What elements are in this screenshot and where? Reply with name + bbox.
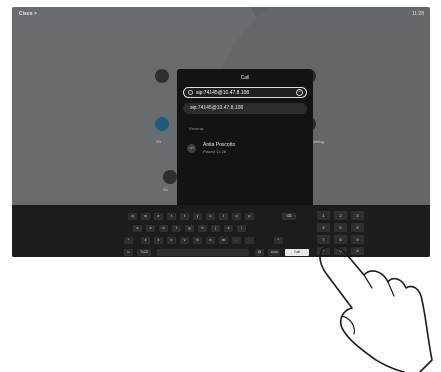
key-p[interactable]: p	[245, 213, 254, 220]
num-2[interactable]: 2	[334, 211, 347, 220]
recent-meta: Placed 11:28	[203, 149, 227, 154]
num-0[interactable]: 0	[334, 247, 347, 255]
key-n[interactable]: n	[206, 237, 215, 244]
key-q[interactable]: q	[128, 213, 137, 220]
key-o[interactable]: o	[232, 213, 241, 220]
home-label-right: eeting	[313, 139, 324, 144]
hide-keyboard-icon[interactable]: ▭	[124, 249, 133, 256]
key-comma[interactable]: ,	[232, 237, 241, 244]
num-hash[interactable]: #	[351, 247, 364, 255]
num-7[interactable]: 7	[317, 235, 330, 244]
key-t[interactable]: t	[180, 213, 189, 220]
key-c[interactable]: c	[167, 237, 176, 244]
num-5[interactable]: 5	[334, 223, 347, 232]
on-screen-keyboard: q w e r t y u i o p ⌫ a s d f g h j k l …	[12, 205, 430, 257]
key-s[interactable]: s	[146, 225, 155, 232]
key-v[interactable]: v	[180, 237, 189, 244]
key-x[interactable]: x	[154, 237, 163, 244]
key-r[interactable]: r	[167, 213, 176, 220]
key-d[interactable]: d	[159, 225, 168, 232]
home-icon-1	[155, 69, 169, 83]
num-6[interactable]: 6	[351, 223, 364, 232]
key-e[interactable]: e	[154, 213, 163, 220]
key-i[interactable]: i	[219, 213, 228, 220]
num-3[interactable]: 3	[351, 211, 364, 220]
dialog-title: Call	[240, 75, 250, 81]
recent-contact[interactable]: AP Anita Poscotto Placed 11:28	[187, 142, 303, 156]
backspace-icon[interactable]: ⌫	[282, 213, 296, 220]
home-icon-call	[155, 117, 169, 131]
key-b[interactable]: b	[193, 237, 202, 244]
search-icon	[188, 90, 193, 95]
key-period[interactable]: .	[245, 237, 254, 244]
home-label-lower: Sh	[163, 187, 168, 192]
recents-heading: Recents	[189, 126, 204, 131]
num-star[interactable]: *	[317, 247, 330, 255]
num-8[interactable]: 8	[334, 235, 347, 244]
key-j[interactable]: j	[211, 225, 220, 232]
home-label-left: Sh	[156, 139, 161, 144]
avatar: AP	[187, 144, 196, 153]
call-dialog: Call × sip:74145@10.47.8.108 → Recents A…	[177, 69, 313, 208]
key-g[interactable]: g	[185, 225, 194, 232]
suggestion-item[interactable]: sip:74145@10.47.8.108 →	[183, 103, 307, 114]
num-4[interactable]: 4	[317, 223, 330, 232]
num-1[interactable]: 1	[317, 211, 330, 220]
key-u[interactable]: u	[206, 213, 215, 220]
key-k[interactable]: k	[224, 225, 233, 232]
dotcom-key[interactable]: .com	[268, 249, 280, 256]
recent-name: Anita Poscotto	[203, 142, 236, 148]
symbols-key[interactable]: ?123	[137, 249, 151, 256]
key-f[interactable]: f	[172, 225, 181, 232]
key-w[interactable]: w	[141, 213, 150, 220]
space-key[interactable]	[157, 249, 249, 256]
arrow-right-icon[interactable]: →	[190, 104, 301, 110]
status-bar: Cisco > 11:28	[12, 7, 430, 23]
shift-icon[interactable]: ^	[124, 237, 133, 244]
search-input[interactable]	[196, 89, 286, 96]
brand-label[interactable]: Cisco >	[19, 11, 37, 17]
key-l[interactable]: l	[237, 225, 246, 232]
key-y[interactable]: y	[193, 213, 202, 220]
device-screen: Cisco > 11:28 Sh eeting Sh Call × sip:74…	[12, 7, 430, 257]
search-field[interactable]: ×	[183, 87, 307, 98]
home-icon-5	[163, 170, 177, 184]
key-a[interactable]: a	[133, 225, 142, 232]
clock: 11:28	[411, 11, 424, 17]
num-9[interactable]: 9	[351, 235, 364, 244]
shift-icon-right[interactable]: ^	[274, 237, 283, 244]
call-button[interactable]: Call	[285, 249, 309, 256]
key-m[interactable]: m	[219, 237, 228, 244]
clear-icon[interactable]: ×	[296, 89, 303, 96]
at-key[interactable]: @	[255, 249, 264, 256]
key-h[interactable]: h	[198, 225, 207, 232]
key-z[interactable]: z	[141, 237, 150, 244]
